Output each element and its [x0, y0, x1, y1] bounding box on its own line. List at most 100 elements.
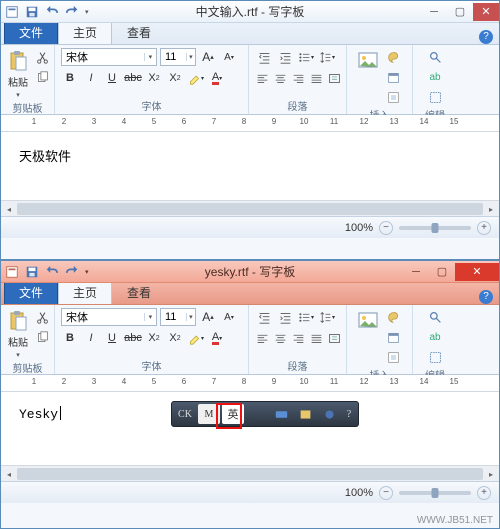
font-name-input[interactable] — [62, 51, 144, 63]
italic-button[interactable]: I — [82, 69, 100, 87]
insert-datetime-button[interactable] — [385, 328, 403, 346]
line-spacing-button[interactable]: ▾ — [318, 48, 336, 66]
horizontal-ruler[interactable]: 123456789101112131415 — [1, 115, 499, 132]
langbar-m[interactable]: M — [198, 404, 220, 424]
insert-paint-button[interactable] — [385, 308, 403, 326]
highlight-button[interactable]: ▾ — [187, 329, 205, 347]
zoom-slider[interactable] — [399, 226, 471, 230]
insert-object-button[interactable] — [385, 348, 403, 366]
qat-dropdown-icon[interactable]: ▾ — [85, 8, 89, 16]
save-icon[interactable] — [25, 5, 39, 19]
align-right-button[interactable] — [291, 329, 306, 347]
align-left-button[interactable] — [255, 329, 270, 347]
line-spacing-button[interactable]: ▾ — [318, 308, 336, 326]
strike-button[interactable]: abc — [124, 69, 142, 87]
langbar-pad-icon[interactable] — [294, 404, 316, 424]
font-size-combo[interactable]: ▾ — [160, 48, 196, 66]
cut-button[interactable] — [33, 308, 51, 326]
align-justify-button[interactable] — [309, 69, 324, 87]
superscript-button[interactable]: X2 — [166, 69, 184, 87]
paragraph-dialog-button[interactable] — [327, 69, 342, 87]
help-icon[interactable]: ? — [479, 30, 493, 44]
replace-button[interactable]: ab — [426, 328, 444, 346]
font-size-input[interactable] — [161, 311, 186, 323]
align-center-button[interactable] — [273, 69, 288, 87]
zoom-slider[interactable] — [399, 491, 471, 495]
select-all-button[interactable] — [426, 88, 444, 106]
file-tab[interactable]: 文件 — [4, 20, 58, 44]
chevron-down-icon[interactable]: ▾ — [186, 53, 195, 61]
tab-home[interactable]: 主页 — [58, 280, 112, 304]
grow-font-button[interactable]: A▴ — [199, 48, 217, 66]
scroll-left-icon[interactable]: ◂ — [1, 466, 17, 482]
horizontal-scrollbar[interactable]: ◂ ▸ — [1, 465, 499, 481]
replace-button[interactable]: ab — [426, 68, 444, 86]
close-button[interactable]: ✕ — [455, 263, 499, 281]
document-area[interactable]: Yesky CK M 英 ? — [1, 392, 499, 465]
chevron-down-icon[interactable]: ▾ — [144, 53, 156, 61]
scroll-thumb[interactable] — [17, 203, 483, 215]
scroll-right-icon[interactable]: ▸ — [483, 201, 499, 217]
langbar-ck[interactable]: CK — [174, 404, 196, 424]
chevron-down-icon[interactable]: ▾ — [186, 313, 195, 321]
langbar-ime-toggle[interactable]: 英 — [222, 404, 244, 424]
grow-font-button[interactable]: A▴ — [199, 308, 217, 326]
find-button[interactable] — [426, 48, 444, 66]
document-area[interactable]: 天极软件 — [1, 132, 499, 200]
insert-picture-button[interactable] — [357, 48, 379, 72]
align-right-button[interactable] — [291, 69, 306, 87]
font-color-button[interactable]: A▾ — [208, 69, 226, 87]
dec-indent-button[interactable] — [255, 308, 273, 326]
zoom-out-button[interactable]: − — [379, 221, 393, 235]
help-icon[interactable]: ? — [479, 290, 493, 304]
langbar-options-icon[interactable] — [318, 404, 340, 424]
zoom-in-button[interactable]: + — [477, 221, 491, 235]
subscript-button[interactable]: X2 — [145, 329, 163, 347]
close-button[interactable]: ✕ — [473, 3, 499, 21]
minimize-button[interactable]: ─ — [421, 3, 447, 21]
underline-button[interactable]: U — [103, 329, 121, 347]
superscript-button[interactable]: X2 — [166, 329, 184, 347]
chevron-down-icon[interactable]: ▾ — [144, 313, 156, 321]
insert-datetime-button[interactable] — [385, 68, 403, 86]
zoom-out-button[interactable]: − — [379, 486, 393, 500]
bullets-button[interactable]: ▾ — [297, 308, 315, 326]
bold-button[interactable]: B — [61, 69, 79, 87]
zoom-in-button[interactable]: + — [477, 486, 491, 500]
find-button[interactable] — [426, 308, 444, 326]
scroll-left-icon[interactable]: ◂ — [1, 201, 17, 217]
horizontal-ruler[interactable]: 123456789101112131415 — [1, 375, 499, 392]
scroll-thumb[interactable] — [17, 468, 483, 480]
font-name-input[interactable] — [62, 311, 144, 323]
font-size-input[interactable] — [161, 51, 186, 63]
inc-indent-button[interactable] — [276, 308, 294, 326]
align-center-button[interactable] — [273, 329, 288, 347]
font-size-combo[interactable]: ▾ — [160, 308, 196, 326]
align-left-button[interactable] — [255, 69, 270, 87]
langbar-keyboard-icon[interactable] — [270, 404, 292, 424]
font-color-button[interactable]: A▾ — [208, 329, 226, 347]
shrink-font-button[interactable]: A▾ — [220, 308, 238, 326]
tab-view[interactable]: 查看 — [112, 280, 166, 304]
highlight-button[interactable]: ▾ — [187, 69, 205, 87]
align-justify-button[interactable] — [309, 329, 324, 347]
cut-button[interactable] — [33, 48, 51, 66]
font-name-combo[interactable]: ▾ — [61, 48, 157, 66]
tab-view[interactable]: 查看 — [112, 20, 166, 44]
copy-button[interactable] — [33, 328, 51, 346]
bold-button[interactable]: B — [61, 329, 79, 347]
minimize-button[interactable]: ─ — [403, 263, 429, 281]
italic-button[interactable]: I — [82, 329, 100, 347]
redo-icon[interactable] — [65, 265, 79, 279]
langbar-help-icon[interactable]: ? — [342, 404, 356, 424]
dec-indent-button[interactable] — [255, 48, 273, 66]
subscript-button[interactable]: X2 — [145, 69, 163, 87]
copy-button[interactable] — [33, 68, 51, 86]
select-all-button[interactable] — [426, 348, 444, 366]
insert-object-button[interactable] — [385, 88, 403, 106]
insert-paint-button[interactable] — [385, 48, 403, 66]
underline-button[interactable]: U — [103, 69, 121, 87]
shrink-font-button[interactable]: A▾ — [220, 48, 238, 66]
paragraph-dialog-button[interactable] — [327, 329, 342, 347]
file-tab[interactable]: 文件 — [4, 280, 58, 304]
